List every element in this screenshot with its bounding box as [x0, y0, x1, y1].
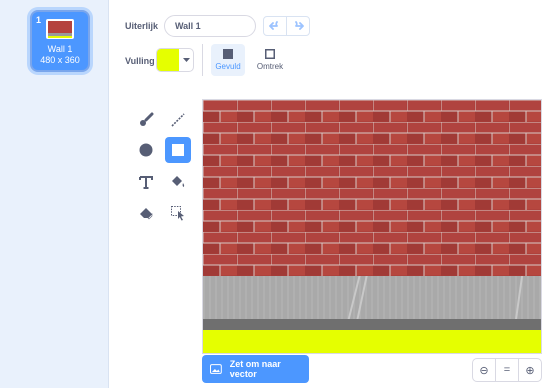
filled-mode-label: Gevuld	[215, 62, 241, 71]
curb	[203, 319, 541, 330]
zoom-out-button[interactable]: ⊖	[473, 359, 495, 381]
brush-icon	[140, 112, 154, 126]
fill-color-picker[interactable]	[156, 48, 194, 72]
redo-button[interactable]	[286, 17, 309, 35]
zoom-controls: ⊖ = ⊕	[472, 358, 542, 382]
circle-tool[interactable]	[133, 137, 159, 163]
costume-name-input[interactable]: Wall 1	[164, 15, 256, 37]
zoom-in-button[interactable]: ⊕	[518, 359, 541, 381]
convert-to-vector-button[interactable]: Zet om naar vector	[202, 355, 309, 383]
appearance-label: Uiterlijk	[125, 21, 159, 31]
zoom-in-icon: ⊕	[525, 364, 535, 377]
select-tool[interactable]	[165, 200, 191, 226]
costume-size: 480 x 360	[40, 55, 80, 65]
zoom-reset-button[interactable]: =	[495, 359, 518, 381]
outline-square-icon	[265, 49, 275, 59]
redo-icon	[295, 21, 305, 30]
line-icon	[171, 113, 185, 127]
circle-icon	[139, 143, 153, 157]
filled-mode-button[interactable]: Gevuld	[211, 44, 245, 76]
costume-thumbnail	[46, 19, 74, 39]
costume-tile[interactable]: 1 Wall 1 480 x 360	[30, 10, 90, 72]
outline-mode-label: Omtrek	[256, 62, 284, 71]
text-tool[interactable]	[133, 169, 159, 195]
chevron-down-icon	[179, 57, 193, 63]
eraser-tool[interactable]	[133, 200, 159, 226]
costume-list: 1 Wall 1 480 x 360	[0, 0, 109, 388]
sidewalk	[203, 276, 541, 320]
text-icon	[139, 176, 153, 189]
rectangle-icon	[172, 144, 184, 156]
toolbar-divider	[202, 44, 203, 76]
eraser-icon	[140, 208, 153, 220]
undo-icon	[269, 21, 279, 30]
select-icon	[171, 206, 184, 221]
yellow-ground	[203, 330, 541, 353]
fill-color-swatch	[157, 49, 179, 71]
brick-pattern	[203, 100, 541, 276]
undo-redo-group	[263, 16, 310, 36]
filled-square-icon	[223, 49, 233, 59]
drawing-canvas[interactable]	[202, 99, 542, 354]
zoom-out-icon: ⊖	[479, 364, 489, 377]
paint-editor: Uiterlijk Wall 1 Vulling Gevuld Omtrek Z…	[110, 0, 547, 388]
rectangle-tool[interactable]	[165, 137, 191, 163]
fill-icon	[172, 176, 185, 187]
convert-label: Zet om naar vector	[229, 359, 281, 379]
costume-name: Wall 1	[47, 44, 73, 54]
fill-tool[interactable]	[165, 169, 191, 195]
undo-button[interactable]	[264, 17, 286, 35]
outline-mode-button[interactable]: Omtrek	[252, 44, 288, 76]
costume-number: 1	[36, 15, 42, 25]
fill-label: Vulling	[125, 56, 155, 66]
brush-tool[interactable]	[133, 107, 159, 133]
line-tool[interactable]	[165, 107, 191, 133]
zoom-reset-icon: =	[503, 364, 511, 376]
image-icon	[210, 364, 222, 374]
